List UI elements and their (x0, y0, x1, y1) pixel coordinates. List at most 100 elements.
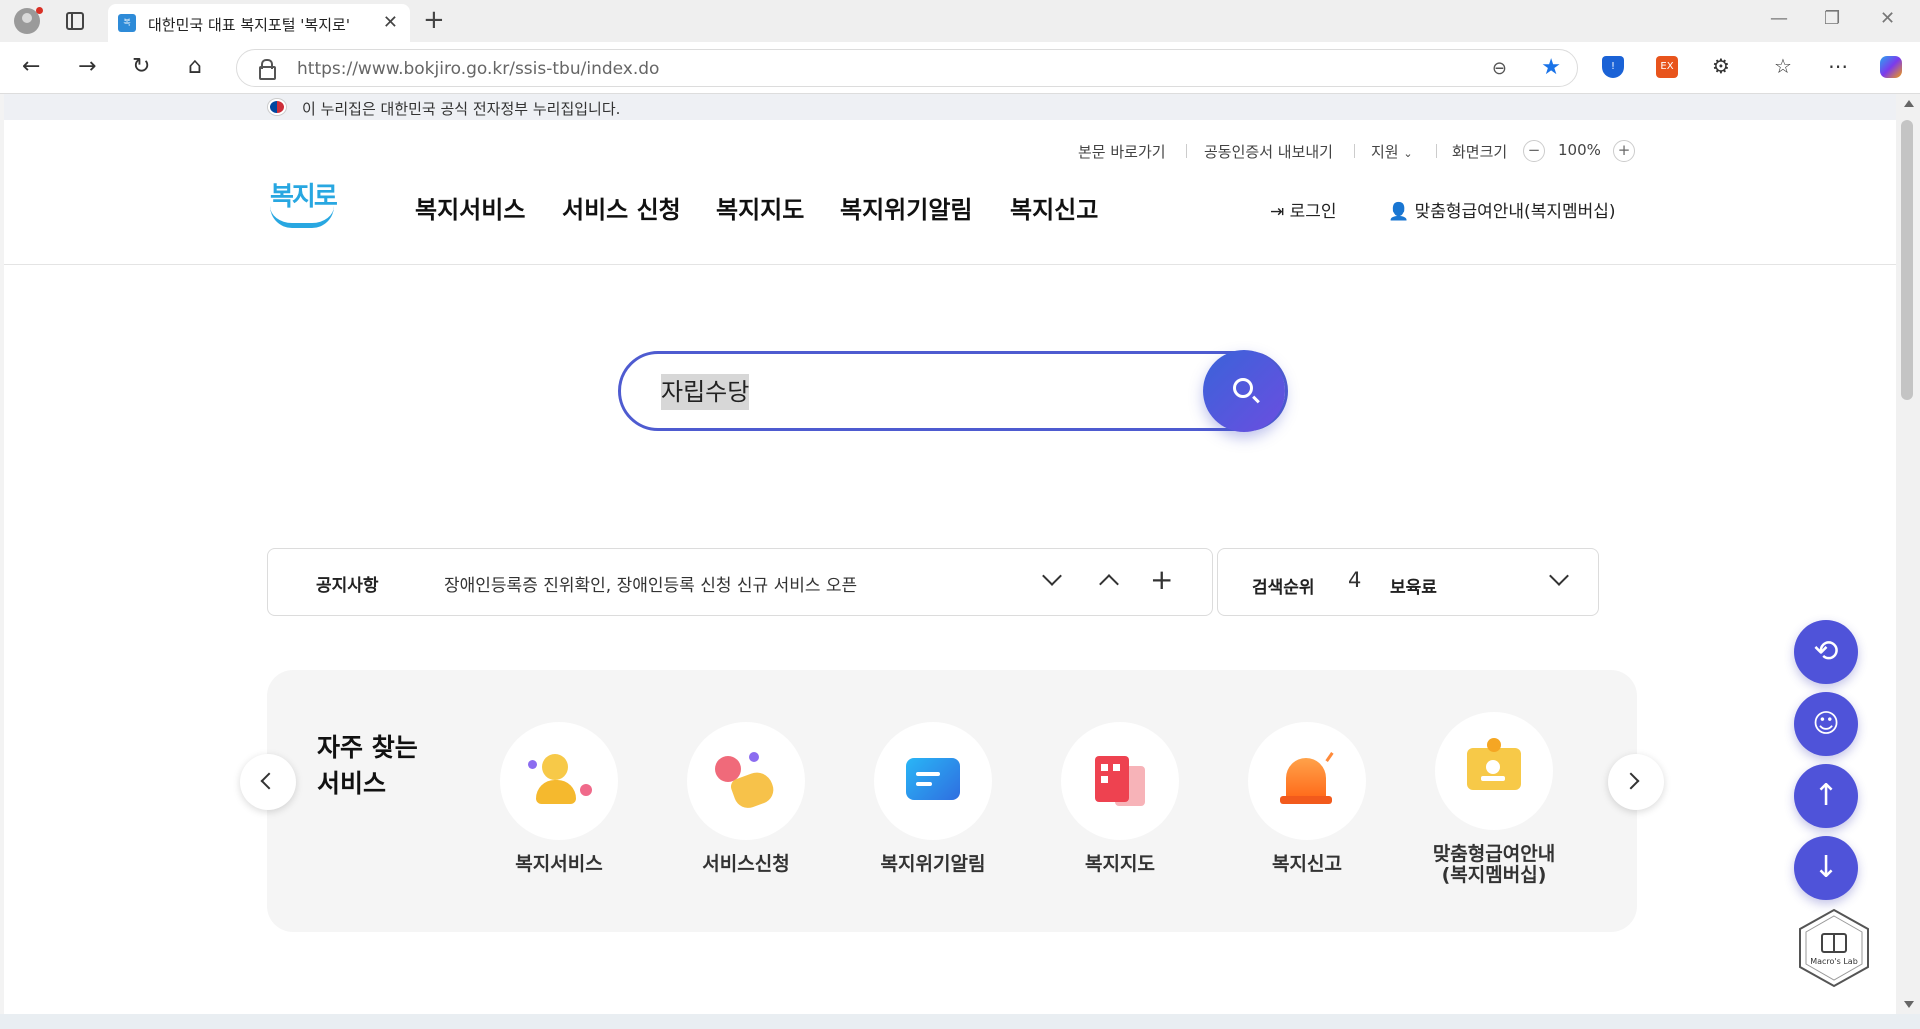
support-dropdown[interactable]: 지원 ⌄ (1371, 141, 1413, 162)
divider (1186, 144, 1187, 158)
login-icon: ⇥ (1270, 202, 1290, 222)
service-label: 복지위기알림 (880, 853, 986, 875)
divider (1354, 144, 1355, 158)
browser-tabbar: 복 대한민국 대표 복지포털 '복지로' ✕ + — ❐ ✕ (0, 0, 1920, 42)
arrow-up-icon: ↑ (1813, 778, 1839, 813)
chevron-right-icon (1622, 772, 1640, 790)
membership-label: 맞춤형급여안내(복지멤버십) (1414, 202, 1616, 222)
gnb-crisis-alert[interactable]: 복지위기알림 (840, 190, 972, 225)
forward-icon[interactable]: → (78, 54, 96, 79)
service-label: 서비스신청 (702, 853, 790, 875)
new-tab-icon[interactable]: + (423, 5, 445, 35)
gnb-welfare-map[interactable]: 복지지도 (716, 190, 804, 225)
search-rank-number: 4 (1348, 568, 1362, 592)
recent-history-button[interactable]: ⟲ (1794, 620, 1858, 684)
notice-label: 공지사항 (316, 576, 379, 596)
scroll-down-arrow-icon[interactable] (1904, 1001, 1914, 1008)
frequent-services-title: 자주 찾는 서비스 (317, 733, 418, 798)
zoom-in-button[interactable]: + (1613, 140, 1635, 162)
arrow-down-icon: ↓ (1813, 850, 1839, 885)
service-label: 복지신고 (1272, 853, 1342, 875)
window-close-icon[interactable]: ✕ (1880, 8, 1895, 29)
skip-to-content-link[interactable]: 본문 바로가기 (1078, 141, 1166, 162)
service-welfare-map[interactable]: 복지지도 (1040, 722, 1200, 875)
search-input[interactable]: 자립수당 (661, 374, 750, 410)
people-icon (500, 722, 618, 840)
chevron-down-icon[interactable] (1549, 566, 1569, 586)
scroll-top-button[interactable]: ↑ (1794, 764, 1858, 828)
home-icon[interactable]: ⌂ (188, 54, 202, 79)
search-icon (1233, 378, 1253, 398)
service-membership[interactable]: 맞춤형급여안내 (복지멤버십) (1414, 712, 1574, 886)
carousel-prev-button[interactable] (240, 754, 296, 810)
search-button[interactable] (1203, 350, 1285, 432)
extensions-puzzle-icon[interactable]: ⚙ (1712, 54, 1730, 78)
scroll-bottom-button[interactable]: ↓ (1794, 836, 1858, 900)
zoom-out-button[interactable]: − (1523, 140, 1545, 162)
shield-extension-icon[interactable]: ! (1602, 56, 1624, 78)
favorites-icon[interactable]: ☆ (1774, 54, 1792, 78)
hand-tap-icon (687, 722, 805, 840)
membership-link[interactable]: 👤 맞춤형급여안내(복지멤버십) (1388, 197, 1616, 222)
copilot-icon[interactable] (1880, 56, 1902, 78)
login-label: 로그인 (1289, 202, 1337, 222)
gnb-welfare-services[interactable]: 복지서비스 (415, 190, 525, 225)
restore-icon[interactable]: ❐ (1824, 8, 1840, 29)
screen-size-label: 화면크기 (1452, 143, 1508, 161)
macro-lab-label: Macro's Lab (1810, 957, 1858, 966)
more-menu-icon[interactable]: ⋯ (1828, 54, 1848, 78)
service-crisis-alert[interactable]: 복지위기알림 (853, 722, 1013, 875)
chevron-left-icon (260, 772, 278, 790)
notice-text[interactable]: 장애인등록증 진위확인, 장애인등록 신청 신규 서비스 오픈 (444, 571, 857, 596)
service-label: 복지서비스 (515, 853, 603, 875)
zoom-out-icon[interactable]: ⊖ (1492, 58, 1507, 79)
address-bar[interactable]: https://www.bokjiro.go.kr/ssis-tbu/index… (236, 49, 1578, 87)
user-add-icon: 👤 (1388, 202, 1415, 222)
search-rank-label: 검색순위 (1252, 578, 1315, 598)
page-viewport: 이 누리집은 대한민국 공식 전자정부 누리집입니다. 본문 바로가기 공동인증… (4, 94, 1896, 1014)
siren-icon (1248, 722, 1366, 840)
chatbot-button[interactable]: ☺ (1794, 692, 1858, 756)
notice-more-icon[interactable]: + (1150, 563, 1173, 596)
tab-actions-icon[interactable] (66, 12, 84, 30)
url-text[interactable]: https://www.bokjiro.go.kr/ssis-tbu/index… (297, 59, 659, 79)
gnb-service-apply[interactable]: 서비스 신청 (562, 190, 681, 225)
refresh-icon[interactable]: ↻ (132, 54, 150, 79)
service-welfare[interactable]: 복지서비스 (479, 722, 639, 875)
page-scrollbar[interactable] (1896, 94, 1920, 1014)
scroll-up-arrow-icon[interactable] (1904, 100, 1914, 107)
status-strip (0, 1014, 1920, 1029)
tab-title: 대한민국 대표 복지포털 '복지로' (148, 16, 350, 34)
lock-icon[interactable] (259, 59, 276, 80)
ex-extension-icon[interactable]: EX (1656, 56, 1678, 78)
korea-flag-icon (268, 99, 286, 115)
minimize-icon[interactable]: — (1770, 8, 1788, 29)
chatbot-icon: ☺ (1812, 709, 1840, 739)
back-icon[interactable]: ← (22, 54, 40, 79)
chat-card-icon (874, 722, 992, 840)
tab-close-icon[interactable]: ✕ (383, 12, 398, 33)
bokjiro-logo[interactable]: 복지로 (266, 176, 338, 232)
favorite-star-icon[interactable]: ★ (1541, 55, 1561, 80)
service-welfare-report[interactable]: 복지신고 (1227, 722, 1387, 875)
support-label: 지원 (1371, 143, 1399, 161)
service-apply[interactable]: 서비스신청 (666, 722, 826, 875)
search-rank-keyword[interactable]: 보육료 (1390, 573, 1437, 598)
export-cert-link[interactable]: 공동인증서 내보내기 (1204, 141, 1333, 162)
history-icon: ⟲ (1813, 634, 1839, 669)
macro-lab-hex-icon: Macro's Lab (1799, 908, 1869, 988)
notice-next-icon[interactable] (1042, 566, 1062, 586)
search-rank-bar[interactable]: 검색순위 4 보육료 (1217, 548, 1599, 616)
bokjiro-favicon-icon: 복 (118, 14, 136, 32)
search-box[interactable]: 자립수당 (618, 351, 1288, 431)
service-label-line2: (복지멤버십) (1441, 864, 1547, 886)
divider (1436, 144, 1437, 158)
scrollbar-thumb[interactable] (1901, 120, 1913, 400)
frequent-services-panel: 자주 찾는 서비스 복지서비스 서비스신청 복지위기알림 복지지도 복지신고 맞… (267, 670, 1637, 932)
notice-prev-icon[interactable] (1099, 574, 1119, 594)
service-label: 맞춤형급여안내 (복지멤버십) (1414, 844, 1574, 886)
gnb-welfare-report[interactable]: 복지신고 (1010, 190, 1098, 225)
login-link[interactable]: ⇥ 로그인 (1270, 197, 1337, 222)
carousel-next-button[interactable] (1608, 754, 1664, 810)
browser-tab-active[interactable]: 복 대한민국 대표 복지포털 '복지로' ✕ (108, 4, 410, 42)
